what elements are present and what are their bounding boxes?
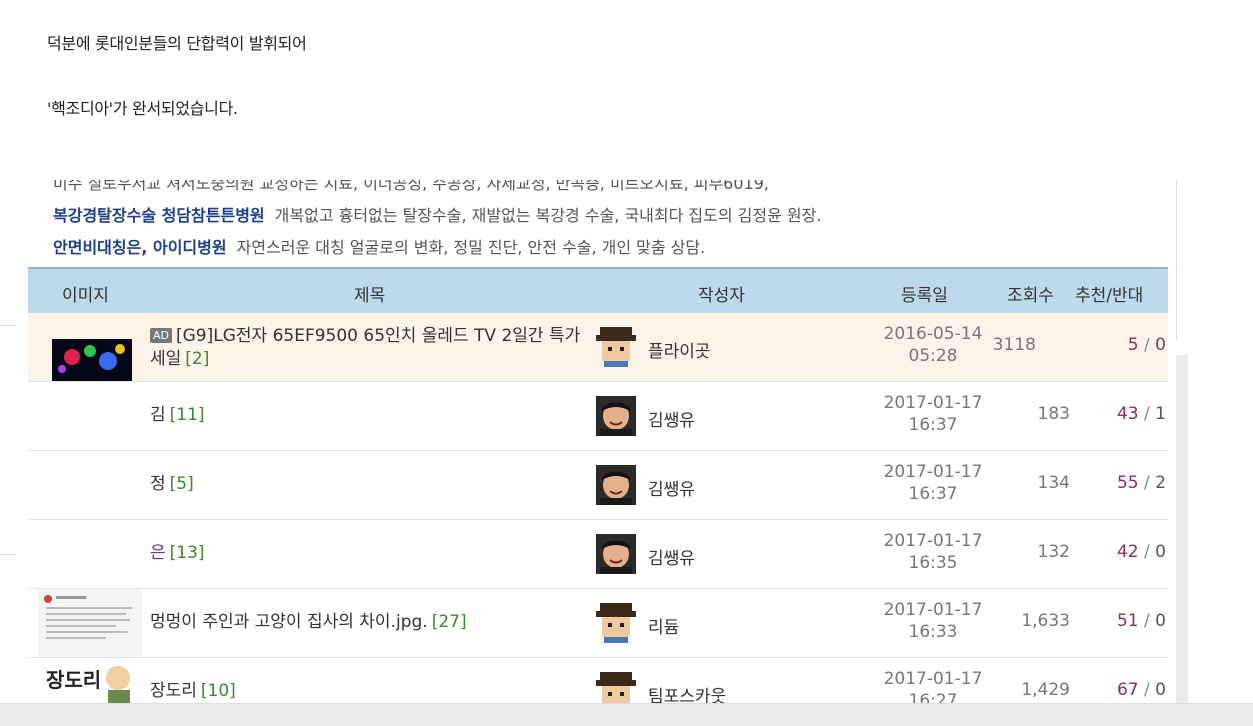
column-header-title: 제목 bbox=[354, 286, 386, 306]
row-title-text[interactable]: 장도리 bbox=[150, 681, 197, 701]
thumbnail-label: 장도리 bbox=[46, 668, 102, 692]
face-avatar-icon bbox=[596, 465, 636, 505]
vote-count: 43 / 1 bbox=[1116, 404, 1166, 424]
vote-count: 67 / 0 bbox=[1116, 680, 1166, 700]
vote-count: 42 / 0 bbox=[1116, 542, 1166, 562]
post-date: 2017-01-17 16:35 bbox=[858, 530, 1008, 574]
row-title-text[interactable]: 멍멍이 주인과 고양이 집사의 차이.jpg. bbox=[150, 612, 428, 632]
ad-desc: 자연스러운 대칭 얼굴로의 변화, 정밀 진단, 안전 수술, 개인 맞춤 상담… bbox=[236, 238, 706, 257]
face-avatar-icon bbox=[596, 534, 636, 574]
row-title[interactable]: 멍멍이 주인과 고양이 집사의 차이.jpg. [27] bbox=[150, 611, 467, 634]
time-text: 16:37 bbox=[908, 484, 958, 504]
comment-count[interactable]: [11] bbox=[170, 405, 205, 425]
author-name[interactable]: 리듐 bbox=[648, 613, 679, 638]
post-date: 2017-01-17 16:33 bbox=[858, 599, 1008, 643]
column-header-author: 작성자 bbox=[698, 286, 745, 306]
row-title-text[interactable]: 정 bbox=[150, 474, 166, 494]
upvote-count: 67 bbox=[1116, 680, 1139, 700]
comment-count[interactable]: [2] bbox=[185, 349, 209, 369]
ad-badge: AD bbox=[150, 328, 172, 343]
horizontal-scrollbar[interactable] bbox=[0, 703, 1253, 726]
pixel-avatar-icon bbox=[596, 603, 636, 643]
divider bbox=[1176, 180, 1177, 340]
view-count: 132 bbox=[1037, 542, 1070, 562]
upvote-count: 51 bbox=[1116, 611, 1139, 631]
author-name[interactable]: 김쌩유 bbox=[648, 406, 695, 431]
author-name[interactable]: 김쌩유 bbox=[648, 544, 695, 569]
row-title-text[interactable]: 은 bbox=[150, 543, 166, 563]
time-text: 16:33 bbox=[908, 622, 958, 642]
vote-count: 5 / 0 bbox=[1127, 335, 1166, 355]
post-text-line: 덕분에 롯대인분들의 단합력이 발휘되어 bbox=[47, 34, 307, 53]
table-row[interactable]: 은 [13] 김쌩유 2017-01-17 16:35 132 42 / 0 bbox=[28, 520, 1168, 589]
table-row[interactable]: 정 [5] 김쌩유 2017-01-17 16:37 134 55 / 2 bbox=[28, 451, 1168, 520]
comment-count[interactable]: [10] bbox=[201, 681, 236, 701]
post-text-line: '핵조디아'가 완서되었습니다. bbox=[47, 99, 238, 118]
table-row[interactable]: AD [G9]LG전자 65EF9500 65인치 올레드 TV 2일간 특가세일… bbox=[28, 313, 1168, 382]
upvote-count: 55 bbox=[1116, 473, 1139, 493]
comment-count[interactable]: [5] bbox=[170, 474, 194, 494]
vote-count: 55 / 2 bbox=[1116, 473, 1166, 493]
upvote-count: 42 bbox=[1116, 542, 1139, 562]
ad-link[interactable]: 복강경탈장수술 청담참튼튼병원 bbox=[53, 206, 265, 225]
author-name[interactable]: 플라이곳 bbox=[648, 337, 711, 362]
time-text: 16:37 bbox=[908, 415, 958, 435]
ad-row: 안면비대칭은, 아이디병원 자연스러운 대칭 얼굴로의 변화, 정밀 진단, 안전… bbox=[53, 234, 705, 258]
post-date: 2017-01-17 16:37 bbox=[858, 392, 1008, 436]
upvote-count: 5 bbox=[1127, 335, 1139, 355]
row-title[interactable]: 김 [11] bbox=[150, 404, 205, 427]
embedded-board-screenshot: 미수 칠로우저교 져서도중의원 교정하는 치료, 이너공징, 주공장, 자제교정… bbox=[28, 180, 1176, 725]
view-count: 1,429 bbox=[1021, 680, 1070, 700]
column-header-image: 이미지 bbox=[62, 286, 109, 306]
divider bbox=[0, 554, 16, 555]
table-row[interactable]: 김 [11] 김쌩유 2017-01-17 16:37 183 43 / 1 bbox=[28, 382, 1168, 451]
scrollbar-track[interactable] bbox=[1176, 355, 1188, 705]
view-count: 183 bbox=[1037, 404, 1070, 424]
date-text: 2017-01-17 bbox=[883, 669, 983, 689]
downvote-count: 0 bbox=[1155, 611, 1166, 631]
row-title[interactable]: 정 [5] bbox=[150, 473, 194, 496]
downvote-count: 0 bbox=[1155, 335, 1166, 355]
downvote-count: 0 bbox=[1155, 680, 1166, 700]
post-date: 2017-01-17 16:37 bbox=[858, 461, 1008, 505]
comment-count[interactable]: [13] bbox=[170, 543, 205, 563]
view-count: 1,633 bbox=[1021, 611, 1070, 631]
thumbnail-image[interactable] bbox=[38, 313, 142, 381]
row-title[interactable]: AD [G9]LG전자 65EF9500 65인치 올레드 TV 2일간 특가세일… bbox=[150, 325, 590, 371]
row-title-text[interactable]: 김 bbox=[150, 405, 166, 425]
face-avatar-icon bbox=[596, 396, 636, 436]
row-title[interactable]: 장도리 [10] bbox=[150, 680, 236, 703]
comment-count[interactable]: [27] bbox=[432, 612, 467, 632]
author-name[interactable]: 김쌩유 bbox=[648, 475, 695, 500]
ad-link[interactable]: 안면비대칭은, 아이디병원 bbox=[53, 238, 227, 257]
pixel-avatar-icon bbox=[596, 327, 636, 367]
upvote-count: 43 bbox=[1116, 404, 1139, 424]
ad-desc: 개복없고 흉터없는 탈장수술, 재발없는 복강경 수술, 국내최다 집도의 김정… bbox=[274, 206, 822, 225]
view-count: 3118 bbox=[992, 335, 1036, 355]
column-header-votes[interactable]: 추천/반대 bbox=[1075, 281, 1143, 306]
thumbnail-image[interactable] bbox=[38, 589, 142, 657]
time-text: 16:35 bbox=[908, 553, 958, 573]
ad-text-partial: 미수 칠로우저교 져서도중의원 교정하는 치료, 이너공징, 주공장, 자제교정… bbox=[53, 180, 769, 193]
date-text: 2017-01-17 bbox=[883, 393, 983, 413]
column-header-date: 등록일 bbox=[901, 286, 948, 306]
row-title[interactable]: 은 [13] bbox=[150, 542, 205, 565]
row-title-text[interactable]: [G9]LG전자 65EF9500 65인치 올레드 TV 2일간 특가세일 bbox=[150, 326, 580, 369]
date-text: 2017-01-17 bbox=[883, 462, 983, 482]
downvote-count: 1 bbox=[1155, 404, 1166, 424]
vote-count: 51 / 0 bbox=[1116, 611, 1166, 631]
date-text: 2017-01-17 bbox=[883, 531, 983, 551]
table-row[interactable]: 멍멍이 주인과 고양이 집사의 차이.jpg. [27] 리듐 2017-01-1… bbox=[28, 589, 1168, 658]
view-count: 134 bbox=[1037, 473, 1070, 493]
date-text: 2017-01-17 bbox=[883, 600, 983, 620]
column-header-views[interactable]: 조회수 bbox=[1007, 281, 1054, 306]
downvote-count: 2 bbox=[1155, 473, 1166, 493]
ad-row: 복강경탈장수술 청담참튼튼병원 개복없고 흉터없는 탈장수술, 재발없는 복강경 … bbox=[53, 202, 821, 226]
table-header: 이미지 제목 작성자 등록일 조회수 추천/반대 bbox=[28, 267, 1168, 313]
divider bbox=[0, 325, 16, 326]
downvote-count: 0 bbox=[1155, 542, 1166, 562]
